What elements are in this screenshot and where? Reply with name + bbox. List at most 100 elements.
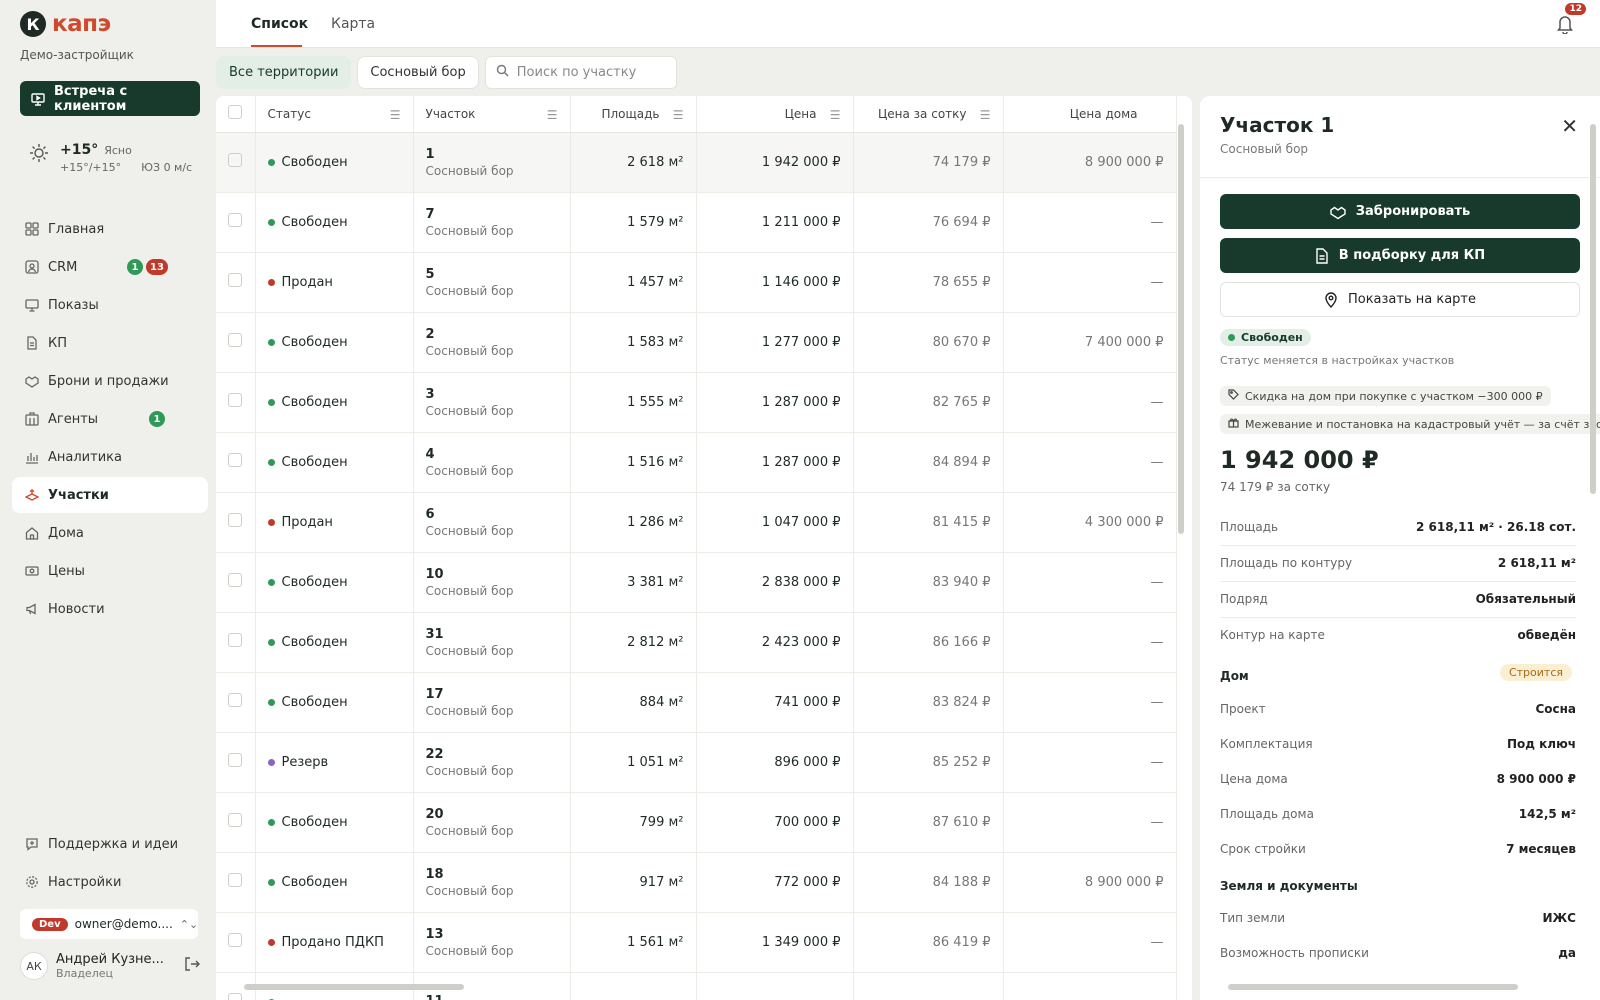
col-status[interactable]: Статус ☰: [255, 96, 414, 133]
meet-client-button[interactable]: Встреча с клиентом: [20, 81, 200, 116]
price-per-sotka-cell: 76 694 ₽: [853, 192, 1004, 253]
nav-item-houses[interactable]: Дома: [12, 515, 208, 551]
logout-icon[interactable]: [184, 956, 200, 976]
price-per-sotka-cell: 86 166 ₽: [853, 612, 1004, 673]
logo[interactable]: К капэ: [20, 11, 111, 37]
row-checkbox[interactable]: [228, 333, 242, 347]
table-row[interactable]: Свободен 17 Сосновый бор 884 м² 741 000 ₽83 …: [216, 672, 1177, 733]
row-select-cell: [216, 252, 256, 313]
bell-icon[interactable]: [1556, 14, 1574, 38]
nav-item-kp[interactable]: КП: [12, 325, 208, 361]
nav-label: Брони и продажи: [48, 373, 169, 389]
price-per-sotka-cell: 87 610 ₽: [853, 792, 1004, 853]
nav-item-prices[interactable]: Цены: [12, 553, 208, 589]
row-checkbox[interactable]: [228, 453, 242, 467]
row-checkbox[interactable]: [228, 753, 242, 767]
row-checkbox[interactable]: [228, 993, 242, 1000]
nav-item-settings[interactable]: Настройки: [12, 864, 208, 900]
table-row[interactable]: Продан 5 Сосновый бор 1 457 м² 1 146 000 ₽78…: [216, 252, 1177, 313]
table-row[interactable]: Свободен 31 Сосновый бор 2 812 м² 2 423 000 …: [216, 612, 1177, 673]
filter-icon[interactable]: ☰: [980, 108, 991, 122]
sidebar: К капэ Демо-застройщик Встреча с клиенто…: [0, 0, 216, 1000]
logo-text: капэ: [52, 11, 111, 37]
table-row[interactable]: Свободен 7 Сосновый бор 1 579 м² 1 211 000 ₽…: [216, 192, 1177, 253]
row-checkbox[interactable]: [228, 153, 242, 167]
col-area[interactable]: Площадь ☰: [570, 96, 697, 133]
col-plot[interactable]: Участок ☰: [413, 96, 571, 133]
row-checkbox[interactable]: [228, 873, 242, 887]
avatar[interactable]: АК: [20, 952, 48, 980]
nav-label: Аналитика: [48, 449, 122, 465]
filter-icon[interactable]: ☰: [830, 108, 841, 122]
add-to-kp-button[interactable]: В подборку для КП: [1220, 238, 1580, 273]
environment-switcher[interactable]: Dev owner@demo.... ⌃⌄: [20, 909, 198, 939]
row-checkbox[interactable]: [228, 213, 242, 227]
table-row[interactable]: Свободен 18 Сосновый бор 917 м² 772 000 ₽84 …: [216, 852, 1177, 913]
status-dot: [267, 458, 275, 466]
filter-icon[interactable]: ☰: [390, 108, 401, 122]
nav-item-home[interactable]: Главная: [12, 211, 208, 247]
tab-map[interactable]: Карта: [331, 16, 375, 32]
table-row[interactable]: Свободен 20 Сосновый бор 799 м² 700 000 ₽87 …: [216, 792, 1177, 853]
nav-item-analytics[interactable]: Аналитика: [12, 439, 208, 475]
nav-item-support[interactable]: Поддержка и идеи: [12, 826, 208, 862]
col-area-label: Площадь: [601, 106, 660, 121]
house-status-badge: Строится: [1499, 664, 1572, 681]
nav-item-bookings[interactable]: Брони и продажи: [12, 363, 208, 399]
status-dot: [267, 518, 275, 526]
table-horizontal-scrollbar[interactable]: [244, 984, 464, 990]
tab-list[interactable]: Список: [251, 16, 308, 32]
property-value: 7 месяцев: [1506, 842, 1576, 856]
row-checkbox[interactable]: [228, 273, 242, 287]
table-row[interactable]: Свободен 2 Сосновый бор 1 583 м² 1 277 000 ₽…: [216, 312, 1177, 373]
row-select-cell: [216, 492, 256, 553]
nav-item-crm[interactable]: CRM 1 13: [12, 249, 208, 285]
row-select-cell: [216, 792, 256, 853]
plot-cell: 4 Сосновый бор: [413, 432, 571, 493]
plot-cell: 6 Сосновый бор: [413, 492, 571, 553]
row-checkbox[interactable]: [228, 513, 242, 527]
nav-item-agents[interactable]: Агенты 1: [12, 401, 208, 437]
nav-item-plots[interactable]: Участки: [12, 477, 208, 513]
nav-item-news[interactable]: Новости: [12, 591, 208, 627]
plot-cell: 3 Сосновый бор: [413, 372, 571, 433]
select-all-checkbox[interactable]: [228, 105, 243, 120]
price-cell: 1 047 000 ₽: [696, 492, 854, 553]
reserve-button[interactable]: Забронировать: [1220, 194, 1580, 229]
panel-horizontal-scrollbar[interactable]: [1228, 984, 1518, 990]
panel-vertical-scrollbar[interactable]: [1590, 124, 1596, 494]
table-row[interactable]: Свободен 3 Сосновый бор 1 555 м² 1 287 000 ₽…: [216, 372, 1177, 433]
map-pin-icon: [1325, 291, 1337, 308]
filter-territory[interactable]: Сосновый бор: [357, 56, 479, 89]
close-icon[interactable]: ✕: [1561, 114, 1578, 138]
row-checkbox[interactable]: [228, 393, 242, 407]
presentation-icon: [31, 92, 45, 106]
row-checkbox[interactable]: [228, 573, 242, 587]
filter-icon[interactable]: ☰: [673, 108, 684, 122]
row-checkbox[interactable]: [228, 633, 242, 647]
row-checkbox[interactable]: [228, 813, 242, 827]
table-vertical-scrollbar[interactable]: [1178, 124, 1184, 534]
row-checkbox[interactable]: [228, 933, 242, 947]
nav-item-shows[interactable]: Показы: [12, 287, 208, 323]
table-row[interactable]: Свободен 1 Сосновый бор 2 618 м² 1 942 000 ₽…: [216, 132, 1177, 193]
nav-label: Агенты: [48, 411, 99, 427]
filter-all-territories[interactable]: Все территории: [216, 56, 352, 89]
status-cell: Свободен: [255, 852, 414, 913]
dashboard-icon: [24, 222, 39, 237]
status-cell: Свободен: [255, 372, 414, 433]
show-on-map-button[interactable]: Показать на карте: [1220, 282, 1580, 317]
filter-icon[interactable]: ☰: [547, 108, 558, 122]
search-input[interactable]: [516, 65, 667, 80]
table-row[interactable]: Продан 6 Сосновый бор 1 286 м² 1 047 000 ₽81…: [216, 492, 1177, 553]
plot-cell: 1 Сосновый бор: [413, 132, 571, 193]
price-cell: [696, 972, 854, 1000]
table-row[interactable]: Резерв 22 Сосновый бор 1 051 м² 896 000 ₽85 …: [216, 732, 1177, 793]
row-checkbox[interactable]: [228, 693, 242, 707]
col-price-per-sotka[interactable]: Цена за сотку ☰: [853, 96, 1004, 133]
col-house-price[interactable]: Цена дома: [1003, 96, 1177, 133]
table-row[interactable]: Продано ПДКП 13 Сосновый бор 1 561 м² 1 349 …: [216, 912, 1177, 973]
table-row[interactable]: Свободен 10 Сосновый бор 3 381 м² 2 838 000 …: [216, 552, 1177, 613]
col-price[interactable]: Цена ☰: [696, 96, 854, 133]
table-row[interactable]: Свободен 4 Сосновый бор 1 516 м² 1 287 000 ₽…: [216, 432, 1177, 493]
